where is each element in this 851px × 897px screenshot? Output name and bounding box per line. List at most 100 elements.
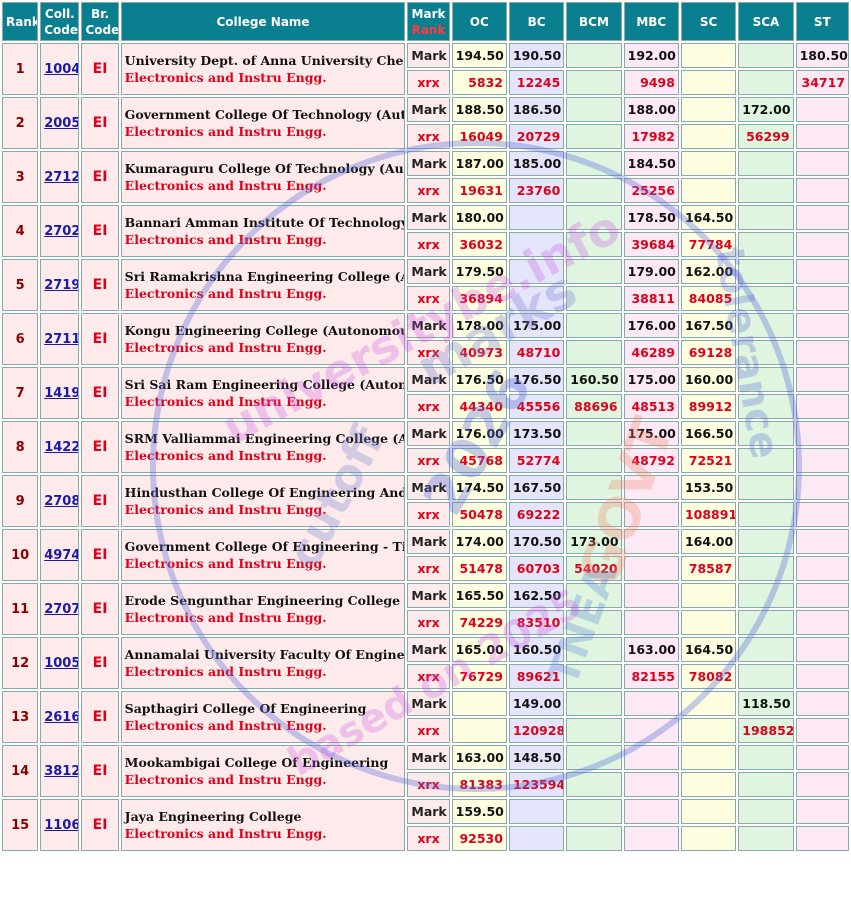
sc-rank — [680, 826, 737, 851]
st-mark — [795, 799, 849, 824]
sca-mark — [738, 151, 794, 176]
oc-rank: 74229 — [451, 610, 507, 635]
mark-label: Mark — [407, 529, 450, 554]
sca-rank — [738, 826, 794, 851]
college-code-link[interactable]: 1422 — [44, 440, 78, 455]
bc-mark: 167.50 — [508, 475, 565, 500]
college-name: Annamalai University Faculty Of Engineer… — [124, 647, 405, 662]
bcm-rank — [566, 232, 622, 257]
sc-rank — [680, 610, 737, 635]
table-row: 3 2712 EI Kumaraguru College Of Technology … — [2, 151, 849, 203]
rank-label: xrx — [407, 502, 450, 527]
bc-rank: 83510 — [508, 610, 565, 635]
college-code-cell: 2712 — [40, 151, 80, 203]
table-row: 13 2616 EI Sapthagiri College Of Engineerin… — [2, 691, 849, 743]
mbc-mark — [623, 691, 679, 716]
table-row: 12 1005 EI Annamalai University Faculty Of … — [2, 637, 849, 689]
table-row: 2 2005 EI Government College Of Technology … — [2, 97, 849, 149]
college-code-link[interactable]: 2707 — [44, 602, 78, 617]
mbc-rank: 25256 — [623, 178, 679, 203]
college-code-link[interactable]: 2711 — [44, 332, 78, 347]
branch-code: EI — [81, 637, 119, 689]
college-code-link[interactable]: 1419 — [44, 386, 78, 401]
sca-mark — [738, 475, 794, 500]
mbc-mark: 192.00 — [623, 43, 679, 68]
branch-name: Electronics and Instru Engg. — [124, 340, 327, 355]
college-code-link[interactable]: 1004 — [44, 62, 78, 77]
college-rank: 15 — [2, 799, 39, 851]
bcm-rank — [566, 340, 622, 365]
branch-name: Electronics and Instru Engg. — [124, 232, 327, 247]
bcm-mark — [566, 475, 622, 500]
college-name-cell: Sapthagiri College Of Engineering Electro… — [120, 691, 406, 743]
sca-mark — [738, 745, 794, 770]
college-name-header: College Name — [120, 2, 406, 41]
college-name-cell: Hindusthan College Of Engineering And Te… — [120, 475, 406, 527]
college-rank: 8 — [2, 421, 39, 473]
sc-mark: 166.50 — [680, 421, 737, 446]
college-code-link[interactable]: 1106 — [44, 818, 78, 833]
st-mark — [795, 745, 849, 770]
college-code-link[interactable]: 2719 — [44, 278, 78, 293]
sc-mark — [680, 151, 737, 176]
sca-mark: 172.00 — [738, 97, 794, 122]
bc-rank — [508, 826, 565, 851]
branch-name: Electronics and Instru Engg. — [124, 556, 327, 571]
college-code-link[interactable]: 2708 — [44, 494, 78, 509]
coll-code-header: Coll. Code — [40, 2, 80, 41]
bcm-mark — [566, 151, 622, 176]
college-code-link[interactable]: 2005 — [44, 116, 78, 131]
bcm-rank: 54020 — [566, 556, 622, 581]
st-rank — [795, 718, 849, 743]
college-name: Erode Sengunthar Engineering College (Au… — [124, 593, 405, 608]
college-rank: 4 — [2, 205, 39, 257]
st-mark: 180.50 — [795, 43, 849, 68]
branch-name: Electronics and Instru Engg. — [124, 124, 327, 139]
college-rank: 14 — [2, 745, 39, 797]
college-code-cell: 1422 — [40, 421, 80, 473]
mark-label: Mark — [407, 799, 450, 824]
oc-mark: 176.50 — [451, 367, 507, 392]
sca-rank — [738, 664, 794, 689]
college-code-link[interactable]: 2712 — [44, 170, 78, 185]
bc-rank: 60703 — [508, 556, 565, 581]
oc-mark: 180.00 — [451, 205, 507, 230]
st-mark — [795, 691, 849, 716]
oc-mark: 178.00 — [451, 313, 507, 338]
st-mark — [795, 529, 849, 554]
st-mark — [795, 637, 849, 662]
college-rank: 3 — [2, 151, 39, 203]
bc-rank — [508, 286, 565, 311]
bc-mark: 190.50 — [508, 43, 565, 68]
college-code-cell: 2702 — [40, 205, 80, 257]
college-name: Sri Sai Ram Engineering College (Autonom… — [124, 377, 406, 392]
oc-header: OC — [451, 2, 507, 41]
bcm-rank — [566, 70, 622, 95]
oc-mark: 163.00 — [451, 745, 507, 770]
bc-mark: 175.00 — [508, 313, 565, 338]
rank-label: xrx — [407, 610, 450, 635]
mbc-mark: 188.00 — [623, 97, 679, 122]
sca-rank — [738, 556, 794, 581]
sca-rank — [738, 610, 794, 635]
bcm-rank — [566, 664, 622, 689]
branch-name: Electronics and Instru Engg. — [124, 826, 327, 841]
college-code-link[interactable]: 2616 — [44, 710, 78, 725]
rank-label: xrx — [407, 340, 450, 365]
st-rank — [795, 610, 849, 635]
mark-label: Mark — [407, 259, 450, 284]
bcm-rank — [566, 448, 622, 473]
college-code-link[interactable]: 3812 — [44, 764, 78, 779]
mark-label: Mark — [407, 97, 450, 122]
college-code-link[interactable]: 1005 — [44, 656, 78, 671]
college-code-link[interactable]: 2702 — [44, 224, 78, 239]
rank-label: xrx — [407, 664, 450, 689]
sc-rank — [680, 70, 737, 95]
college-code-link[interactable]: 4974 — [44, 548, 78, 563]
bcm-mark — [566, 637, 622, 662]
college-name-cell: Government College Of Engineering - Tiru… — [120, 529, 406, 581]
oc-rank: 5832 — [451, 70, 507, 95]
sca-rank: 56299 — [738, 124, 794, 149]
college-rank: 2 — [2, 97, 39, 149]
college-code-cell: 1419 — [40, 367, 80, 419]
